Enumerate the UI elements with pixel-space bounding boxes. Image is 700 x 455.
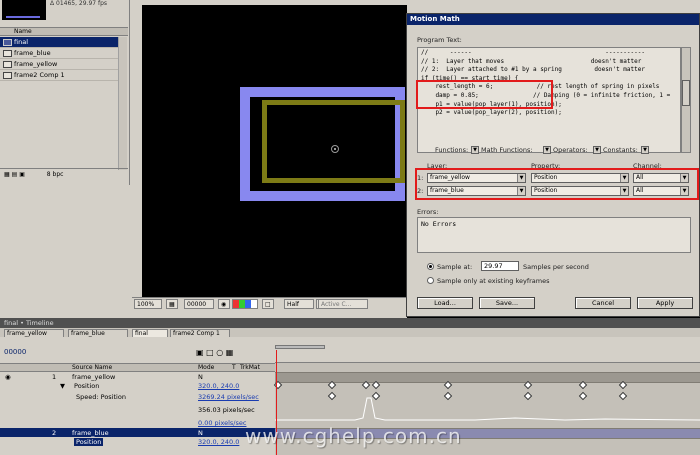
project-item-frame-yellow[interactable]: frame_yellow — [0, 59, 118, 70]
cancel-button[interactable]: Cancel — [575, 297, 631, 309]
project-footer: ▦ ▤ ▣ 8 bpc — [0, 168, 128, 180]
layer-2-position-label[interactable]: Position — [74, 438, 104, 446]
program-text-label: Program Text: — [417, 36, 462, 44]
code-scroll-thumb[interactable] — [682, 80, 690, 106]
operators-dropdown-icon[interactable]: ▼ — [593, 146, 601, 154]
live-update-icon[interactable]: ▣ — [196, 348, 204, 357]
project-item-final[interactable]: final — [0, 37, 118, 48]
errors-box: No Errors — [417, 217, 691, 253]
tab-frame-yellow[interactable]: frame_yellow — [4, 329, 64, 337]
zoom-select[interactable]: 100% — [134, 299, 162, 309]
sample-at-radio[interactable] — [427, 263, 434, 270]
position-property-label: Position — [74, 382, 100, 390]
folder-icon[interactable]: ▤ — [12, 171, 18, 178]
mode-column[interactable]: Mode — [198, 364, 214, 372]
dialog-title: Motion Math — [407, 14, 699, 25]
code-line: // 2: Layer attached to #1 by a spring d… — [421, 66, 645, 74]
timecode-display[interactable]: 00000 — [184, 299, 214, 309]
code-line: // ------ ----------- — [421, 49, 645, 56]
layer-number: 2 — [52, 429, 57, 437]
composition-icon — [3, 39, 12, 46]
layer-2-mode[interactable]: N — [198, 429, 203, 437]
operators-label[interactable]: Operators: — [553, 146, 588, 154]
code-line: p2 = value(pop_layer(2), position); — [421, 109, 562, 117]
project-info: Δ 01465, 29.97 fps — [50, 0, 108, 7]
layer-2-name[interactable]: frame_blue — [72, 429, 109, 437]
timeline-title: final • Timeline — [0, 318, 700, 328]
camera-select[interactable]: Active C... — [318, 299, 368, 309]
current-time-display[interactable]: 00000 — [4, 348, 26, 356]
camera-icon[interactable]: ◉ — [218, 299, 230, 309]
layer-number: 1 — [52, 373, 57, 381]
project-panel: Δ 01465, 29.97 fps Name final frame_blue… — [0, 0, 130, 185]
region-icon[interactable]: □ — [262, 299, 274, 309]
new-comp-icon[interactable]: ▣ — [19, 171, 25, 178]
time-ruler[interactable] — [275, 350, 700, 363]
motion-math-dialog: Motion Math Program Text: // ------ ----… — [406, 13, 700, 317]
constants-label[interactable]: Constants: — [603, 146, 638, 154]
math-functions-label[interactable]: Math Functions: — [481, 146, 533, 154]
timeline-column-header: Source Name Mode T TrkMat — [0, 363, 275, 372]
sample-keyframes-radio[interactable] — [427, 277, 434, 284]
layer-2-position-value[interactable]: 320.0, 240.0 — [198, 438, 239, 446]
tab-frame-blue[interactable]: frame_blue — [68, 329, 128, 337]
thumbnail-bar — [6, 16, 40, 18]
layer-1-mode[interactable]: N — [198, 373, 203, 381]
tab-frame2-comp[interactable]: frame2 Comp 1 — [170, 329, 230, 337]
speed-value[interactable]: 3269.24 pixels/sec — [198, 393, 259, 401]
functions-dropdown-icon[interactable]: ▼ — [471, 146, 479, 154]
timeline-tabs: frame_yellow frame_blue final frame2 Com… — [0, 328, 700, 337]
draft-3d-icon[interactable]: □ — [206, 348, 214, 357]
trash-icon[interactable]: ▦ — [4, 171, 10, 178]
speed-value-2: 356.03 pixels/sec — [198, 406, 255, 414]
watermark: www.cghelp.com.cn — [245, 424, 462, 448]
composition-icon — [3, 50, 12, 57]
apply-button[interactable]: Apply — [637, 297, 693, 309]
composition-icon — [3, 61, 12, 68]
composition-icon — [3, 72, 12, 79]
code-line: // 1: Layer that moves doesn't matter — [421, 57, 642, 65]
layer-2-row[interactable] — [0, 428, 275, 437]
t-column[interactable]: T — [232, 364, 236, 372]
samples-unit-label: Samples per second — [523, 263, 589, 271]
math-functions-dropdown-icon[interactable]: ▼ — [543, 146, 551, 154]
graph-icon[interactable]: ▦ — [226, 348, 234, 357]
anchor-point-icon[interactable] — [331, 145, 339, 153]
video-switch-icon[interactable]: ◉ — [5, 373, 11, 381]
project-name-column[interactable]: Name — [0, 27, 128, 36]
layer-1-name[interactable]: frame_yellow — [72, 373, 115, 381]
resolution-select[interactable]: Half — [284, 299, 314, 309]
expand-triangle-icon[interactable]: ▼ — [60, 382, 65, 390]
project-scrollbar[interactable] — [118, 37, 127, 170]
errors-label: Errors: — [417, 208, 439, 216]
timeline-switches-icons: ▣ □ ○ ▦ — [196, 348, 233, 357]
sample-at-label: Sample at: — [437, 263, 473, 271]
position-value[interactable]: 320.0, 240.0 — [198, 382, 239, 390]
grid-icon[interactable]: ▦ — [166, 299, 178, 309]
speed-graph — [275, 397, 700, 421]
bit-depth[interactable]: 8 bpc — [47, 171, 64, 178]
tab-final[interactable]: final — [132, 329, 168, 337]
load-button[interactable]: Load... — [417, 297, 473, 309]
speed-curve — [275, 397, 700, 421]
trkmat-column[interactable]: TrkMat — [240, 364, 260, 372]
source-name-column[interactable]: Source Name — [72, 364, 112, 372]
functions-label: Functions: — [435, 146, 469, 154]
sample-rate-input[interactable]: 29.97 — [481, 261, 519, 271]
project-item-frame-blue[interactable]: frame_blue — [0, 48, 118, 59]
save-button[interactable]: Save... — [479, 297, 535, 309]
motion-blur-icon[interactable]: ○ — [216, 348, 223, 357]
channels-icon[interactable] — [232, 299, 258, 309]
project-item-frame2-comp[interactable]: frame2 Comp 1 — [0, 70, 118, 81]
work-area-bar[interactable] — [275, 345, 325, 349]
viewer-toolbar: 100% ▦ 00000 ◉ □ Half ▢ Active C... — [132, 297, 407, 309]
sample-keyframes-label: Sample only at existing keyframes — [437, 277, 550, 285]
constants-dropdown-icon[interactable]: ▼ — [641, 146, 649, 154]
speed-value-3[interactable]: 0.00 pixels/sec — [198, 419, 246, 427]
speed-position-label: Speed: Position — [76, 393, 126, 401]
highlight-layers-box — [415, 168, 699, 200]
frame-yellow-layer[interactable] — [262, 100, 405, 183]
highlight-code-box — [416, 80, 553, 109]
